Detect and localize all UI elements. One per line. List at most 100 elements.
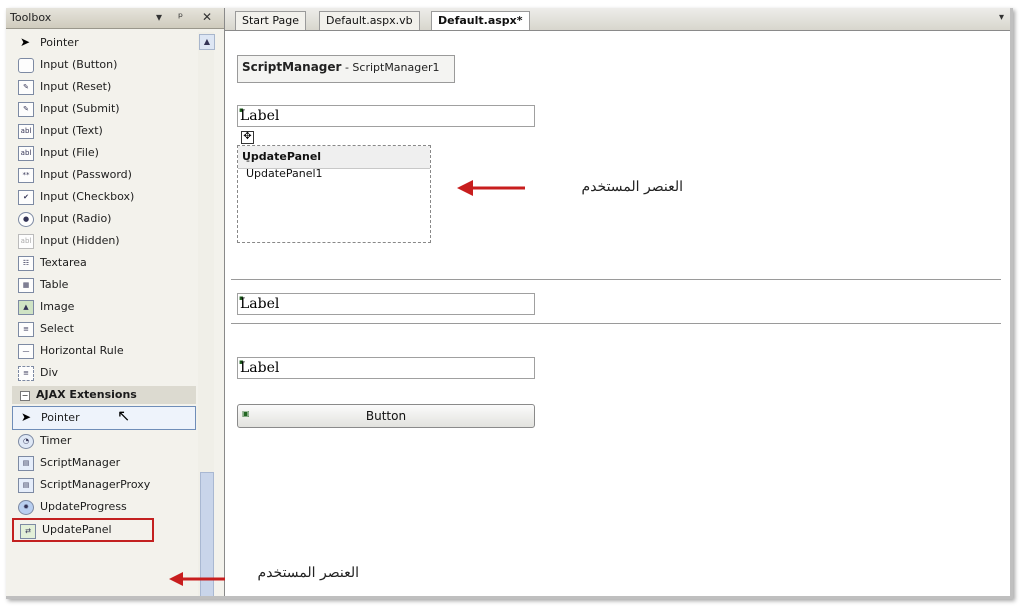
image-icon: ▲ <box>18 300 34 315</box>
toolbox-item-updatepanel[interactable]: ⇄ UpdatePanel <box>12 518 154 542</box>
toolbox-item-label: Input (Hidden) <box>40 234 120 247</box>
scriptmanager-control[interactable]: ScriptManager - ScriptManager1 <box>237 55 455 83</box>
updatepanel-icon: ⇄ <box>20 524 36 539</box>
server-control-marker-icon: ▣ <box>242 409 250 418</box>
table-icon: ▦ <box>18 278 34 293</box>
input-password-icon: ** <box>18 168 34 183</box>
button-text: Button <box>365 409 407 423</box>
toolbox-item-label: Pointer <box>40 36 79 49</box>
move-handle-icon[interactable]: ✥ <box>241 131 254 144</box>
pin-icon[interactable]: ᵖ <box>178 10 183 24</box>
select-icon: ≡ <box>18 322 34 337</box>
toolbox-item-input-button[interactable]: Input (Button) <box>12 54 196 76</box>
updateprogress-icon: ✹ <box>18 500 34 515</box>
scriptmanager-icon: ▤ <box>18 456 34 471</box>
annotation-text-panel: العنصر المستخدم <box>581 179 683 195</box>
label-text: Label <box>240 296 280 312</box>
toolbox-item-input-reset[interactable]: ✎ Input (Reset) <box>12 76 196 98</box>
label-text: Label <box>240 108 280 124</box>
toolbox-list: ➤ Pointer Input (Button) ✎ Input (Reset) ✎… <box>12 32 196 542</box>
toolbox-scrollbar[interactable]: ▲ <box>198 32 215 596</box>
toolbox-item-label: Input (Submit) <box>40 102 120 115</box>
toolbox-item-label: Image <box>40 300 75 313</box>
scroll-up-icon[interactable]: ▲ <box>199 34 215 50</box>
toolbox-group-label: AJAX Extensions <box>36 388 137 401</box>
toolbox-item-scriptmanager[interactable]: ▤ ScriptManager <box>12 452 196 474</box>
toolbox-item-ajax-pointer[interactable]: ➤ Pointer ↖ <box>12 406 196 430</box>
toolbox-item-textarea[interactable]: ☷ Textarea <box>12 252 196 274</box>
scriptmanager-label: ScriptManager - ScriptManager1 <box>242 60 440 74</box>
tab-default-aspx-vb[interactable]: Default.aspx.vb <box>319 11 420 30</box>
designer-area: Start Page Default.aspx.vb Default.aspx*… <box>169 8 1010 596</box>
toolbox-item-label: ScriptManager <box>40 456 121 469</box>
toolbox-item-label: Input (Reset) <box>40 80 112 93</box>
input-submit-icon: ✎ <box>18 102 34 117</box>
toolbox-item-label: Div <box>40 366 59 379</box>
horizontal-rule-2 <box>231 323 1001 324</box>
textarea-icon: ☷ <box>18 256 34 271</box>
collapse-icon[interactable]: − <box>20 391 30 401</box>
close-icon[interactable]: ✕ <box>202 10 212 24</box>
control-type-text: ScriptManager <box>242 60 342 74</box>
toolbox-item-label: Timer <box>40 434 72 447</box>
annotation-arrow-1 <box>457 180 525 196</box>
input-hidden-icon: abl <box>18 234 34 249</box>
toolbox-item-pointer[interactable]: ➤ Pointer <box>12 32 196 54</box>
toolbox-item-select[interactable]: ≡ Select <box>12 318 196 340</box>
scriptmanagerproxy-icon: ▤ <box>18 478 34 493</box>
button-control[interactable]: ▣ Button <box>237 404 535 428</box>
tab-start-page[interactable]: Start Page <box>235 11 306 30</box>
label-control-2[interactable]: ▪ Label <box>237 293 535 315</box>
updatepanel-control[interactable]: UpdatePanel - UpdatePanel1 <box>237 145 431 243</box>
toolbox-item-div[interactable]: ≡ Div <box>12 362 196 384</box>
toolbox-item-label: Pointer <box>41 411 80 424</box>
pointer-arrow-icon: ➤ <box>19 36 31 49</box>
toolbox-item-horizontal-rule[interactable]: — Horizontal Rule <box>12 340 196 362</box>
toolbox-item-scriptmanagerproxy[interactable]: ▤ ScriptManagerProxy <box>12 474 196 496</box>
updatepanel-header: UpdatePanel - UpdatePanel1 <box>238 146 430 180</box>
radio-icon: ● <box>18 212 34 227</box>
toolbox-item-table[interactable]: ▦ Table <box>12 274 196 296</box>
toolbox-item-label: Textarea <box>40 256 87 269</box>
checkbox-icon: ✔ <box>18 190 34 205</box>
toolbox-item-input-checkbox[interactable]: ✔ Input (Checkbox) <box>12 186 196 208</box>
toolbox-item-image[interactable]: ▲ Image <box>12 296 196 318</box>
toolbox-item-input-text[interactable]: abl Input (Text) <box>12 120 196 142</box>
label-control-3[interactable]: ▪ Label <box>237 357 535 379</box>
toolbox-item-label: Input (Checkbox) <box>40 190 135 203</box>
ide-window: Toolbox ▾ ᵖ ✕ ▲ ➤ Pointer Input (Button) … <box>6 8 1013 599</box>
input-text-icon: abl <box>18 124 34 139</box>
control-id-text: - UpdatePanel1 <box>246 154 323 180</box>
design-surface[interactable]: ScriptManager - ScriptManager1 ▪ Label ✥… <box>169 31 1010 596</box>
toolbox-item-input-file[interactable]: abl Input (File) <box>12 142 196 164</box>
toolbox-group-ajax-extensions[interactable]: − AJAX Extensions <box>12 386 196 404</box>
toolbox-item-label: ScriptManagerProxy <box>40 478 151 491</box>
toolbox-item-input-submit[interactable]: ✎ Input (Submit) <box>12 98 196 120</box>
toolbox-item-label: Input (File) <box>40 146 99 159</box>
toolbox-item-updateprogress[interactable]: ✹ UpdateProgress <box>12 496 196 518</box>
toolbox-item-label: Input (Password) <box>40 168 132 181</box>
toolbox-item-label: Input (Button) <box>40 58 118 71</box>
toolbox-item-label: Horizontal Rule <box>40 344 124 357</box>
tab-list-dropdown-icon[interactable]: ▾ <box>999 12 1004 23</box>
horizontal-rule-icon: — <box>18 344 34 359</box>
toolbox-item-input-password[interactable]: ** Input (Password) <box>12 164 196 186</box>
label-text: Label <box>240 360 280 376</box>
input-file-icon: abl <box>18 146 34 161</box>
document-tab-strip: Start Page Default.aspx.vb Default.aspx*… <box>225 8 1010 31</box>
annotation-text-toolbox: العنصر المستخدم <box>257 565 359 581</box>
toolbox-item-input-radio[interactable]: ● Input (Radio) <box>12 208 196 230</box>
toolbox-item-label: Select <box>40 322 74 335</box>
div-icon: ≡ <box>18 366 34 381</box>
toolbox-item-timer[interactable]: ◔ Timer <box>12 430 196 452</box>
tab-default-aspx[interactable]: Default.aspx* <box>431 11 530 30</box>
toolbox-dropdown-icon[interactable]: ▾ <box>156 10 162 24</box>
toolbox-title-bar: Toolbox ▾ ᵖ ✕ <box>6 8 224 29</box>
updatepanel-label: UpdatePanel - UpdatePanel1 <box>242 150 323 180</box>
toolbox-item-label: UpdatePanel <box>42 523 112 536</box>
label-control-1[interactable]: ▪ Label <box>237 105 535 127</box>
toolbox-item-label: Input (Text) <box>40 124 103 137</box>
pointer-arrow-icon: ➤ <box>20 411 32 424</box>
input-reset-icon: ✎ <box>18 80 34 95</box>
toolbox-item-input-hidden[interactable]: abl Input (Hidden) <box>12 230 196 252</box>
